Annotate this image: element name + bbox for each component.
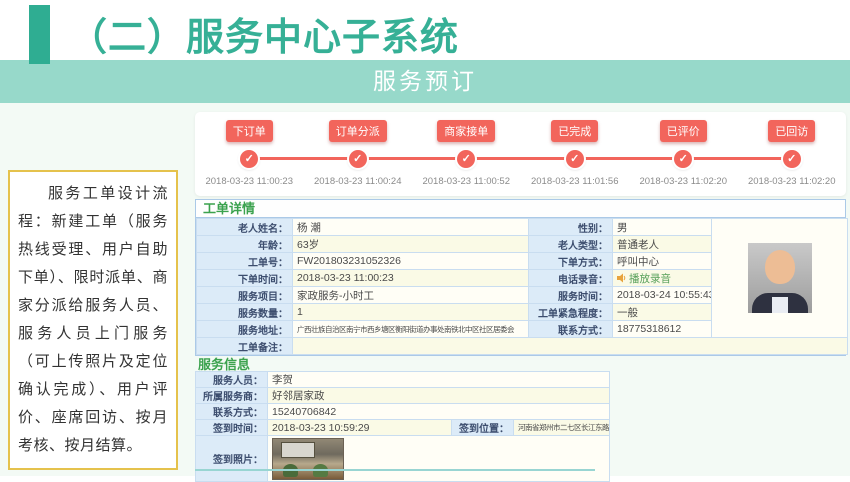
step-button-place-order[interactable]: 下订单 bbox=[226, 120, 273, 142]
table-row: 老人姓名： 杨 潮 性别： 男 bbox=[197, 219, 848, 236]
checkin-photo-cell bbox=[268, 436, 610, 482]
step-button-revisited[interactable]: 已回访 bbox=[768, 120, 815, 142]
work-order-table: 老人姓名： 杨 潮 性别： 男 年龄： 63岁 老人类型： 普通老人 工单号： … bbox=[196, 218, 848, 355]
title-accent-bar bbox=[29, 5, 50, 64]
field-label: 下单时间： bbox=[197, 270, 293, 287]
service-info-panel: 服务人员： 李贺 所属服务商： 好邻居家政 联系方式： 15240706842 … bbox=[195, 371, 609, 482]
elder-name-value: 杨 潮 bbox=[293, 219, 529, 236]
checkin-time-value: 2018-03-23 10:59:29 bbox=[268, 420, 452, 436]
service-quantity-value: 1 bbox=[293, 304, 529, 321]
order-time-value: 2018-03-23 11:00:23 bbox=[293, 270, 529, 287]
content-bottom-border bbox=[195, 469, 595, 471]
elder-photo bbox=[748, 243, 812, 313]
table-row: 工单备注： bbox=[197, 338, 848, 355]
service-provider-value: 好邻居家政 bbox=[268, 388, 610, 404]
step-time: 2018-03-23 11:02:20 bbox=[639, 176, 727, 187]
step-time: 2018-03-23 11:00:52 bbox=[422, 176, 510, 187]
check-icon: ✓ bbox=[240, 150, 258, 168]
step-button-completed[interactable]: 已完成 bbox=[551, 120, 598, 142]
field-label: 所属服务商： bbox=[196, 388, 268, 404]
urgency-value: 一般 bbox=[613, 304, 712, 321]
elder-type-value: 普通老人 bbox=[613, 236, 712, 253]
field-label: 签到时间： bbox=[196, 420, 268, 436]
check-icon: ✓ bbox=[674, 150, 692, 168]
timeline-step-dispatch: 订单分派 ✓ 2018-03-23 11:00:24 bbox=[304, 112, 413, 196]
service-center-slide: { "header": { "title": "（二）服务中心子系统", "su… bbox=[0, 0, 850, 476]
field-label: 签到位置： bbox=[452, 420, 514, 436]
phone-recording-cell: 播放录音 bbox=[613, 270, 712, 287]
step-time: 2018-03-23 11:01:56 bbox=[531, 176, 619, 187]
table-row: 所属服务商： 好邻居家政 bbox=[196, 388, 610, 404]
field-label: 下单方式： bbox=[529, 253, 613, 270]
check-icon: ✓ bbox=[566, 150, 584, 168]
step-time: 2018-03-23 11:00:23 bbox=[205, 176, 293, 187]
process-note-box: 服务工单设计流程：新建工单（服务热线受理、用户自助下单）、限时派单、商家分派给服… bbox=[8, 170, 178, 470]
timeline-step-completed: 已完成 ✓ 2018-03-23 11:01:56 bbox=[521, 112, 630, 196]
field-label: 电话录音： bbox=[529, 270, 613, 287]
timeline-step-merchant-accept: 商家接单 ✓ 2018-03-23 11:00:52 bbox=[412, 112, 521, 196]
service-info-table: 服务人员： 李贺 所属服务商： 好邻居家政 联系方式： 15240706842 … bbox=[195, 371, 610, 482]
gender-value: 男 bbox=[613, 219, 712, 236]
field-label: 工单紧急程度： bbox=[529, 304, 613, 321]
order-method-value: 呼叫中心 bbox=[613, 253, 712, 270]
table-row: 签到时间： 2018-03-23 10:59:29 签到位置： 河南省郑州市二七… bbox=[196, 420, 610, 436]
field-label: 服务人员： bbox=[196, 372, 268, 388]
process-note-text: 服务工单设计流程：新建工单（服务热线受理、用户自助下单）、限时派单、商家分派给服… bbox=[18, 180, 168, 460]
check-icon: ✓ bbox=[783, 150, 801, 168]
page-title: （二）服务中心子系统 bbox=[69, 6, 459, 61]
age-value: 63岁 bbox=[293, 236, 529, 253]
timeline-step-rated: 已评价 ✓ 2018-03-23 11:02:20 bbox=[629, 112, 738, 196]
service-time-value: 2018-03-24 10:55:43 bbox=[613, 287, 712, 304]
timeline-step-revisited: 已回访 ✓ 2018-03-23 11:02:20 bbox=[738, 112, 847, 196]
speaker-icon bbox=[617, 273, 627, 283]
step-time: 2018-03-23 11:00:24 bbox=[314, 176, 402, 187]
timeline-step-place-order: 下订单 ✓ 2018-03-23 11:00:23 bbox=[195, 112, 304, 196]
checkin-photo[interactable] bbox=[272, 438, 344, 480]
step-button-merchant-accept[interactable]: 商家接单 bbox=[437, 120, 495, 142]
service-address-value: 广西壮族自治区南宁市西乡塘区衡阳街道办事处南铁北中区社区居委会 bbox=[293, 321, 529, 338]
section-banner-title: 服务预订 bbox=[373, 60, 477, 103]
checkin-location-value: 河南省郑州市二七区长江东路66号院 bbox=[514, 420, 610, 436]
field-label: 工单号： bbox=[197, 253, 293, 270]
field-label: 服务项目： bbox=[197, 287, 293, 304]
order-remark-value bbox=[293, 338, 848, 355]
service-worker-value: 李贺 bbox=[268, 372, 610, 388]
step-button-rated[interactable]: 已评价 bbox=[660, 120, 707, 142]
field-label: 性别： bbox=[529, 219, 613, 236]
field-label: 工单备注： bbox=[197, 338, 293, 355]
table-row: 签到照片： bbox=[196, 436, 610, 482]
service-item-value: 家政服务-小时工 bbox=[293, 287, 529, 304]
elder-photo-cell bbox=[712, 219, 848, 338]
work-order-detail-panel: 工单详情 老人姓名： 杨 潮 性别： 男 年龄： 63岁 老人类型： 普通老人 … bbox=[195, 199, 846, 356]
field-label: 服务数量： bbox=[197, 304, 293, 321]
worker-contact-value: 15240706842 bbox=[268, 404, 610, 420]
field-label: 老人姓名： bbox=[197, 219, 293, 236]
order-timeline: 下订单 ✓ 2018-03-23 11:00:23 订单分派 ✓ 2018-03… bbox=[195, 112, 846, 196]
field-label: 签到照片： bbox=[196, 436, 268, 482]
field-label: 服务时间： bbox=[529, 287, 613, 304]
contact-value: 18775318612 bbox=[613, 321, 712, 338]
step-button-dispatch[interactable]: 订单分派 bbox=[329, 120, 387, 142]
field-label: 年龄： bbox=[197, 236, 293, 253]
step-time: 2018-03-23 11:02:20 bbox=[748, 176, 836, 187]
check-icon: ✓ bbox=[457, 150, 475, 168]
field-label: 联系方式： bbox=[529, 321, 613, 338]
table-row: 服务人员： 李贺 bbox=[196, 372, 610, 388]
check-icon: ✓ bbox=[349, 150, 367, 168]
field-label: 老人类型： bbox=[529, 236, 613, 253]
table-row: 联系方式： 15240706842 bbox=[196, 404, 610, 420]
section-banner: 服务预订 bbox=[0, 60, 850, 103]
work-order-detail-title: 工单详情 bbox=[196, 200, 845, 218]
order-number-value: FW201803231052326 bbox=[293, 253, 529, 270]
field-label: 服务地址： bbox=[197, 321, 293, 338]
play-recording-link[interactable]: 播放录音 bbox=[629, 273, 671, 285]
field-label: 联系方式： bbox=[196, 404, 268, 420]
